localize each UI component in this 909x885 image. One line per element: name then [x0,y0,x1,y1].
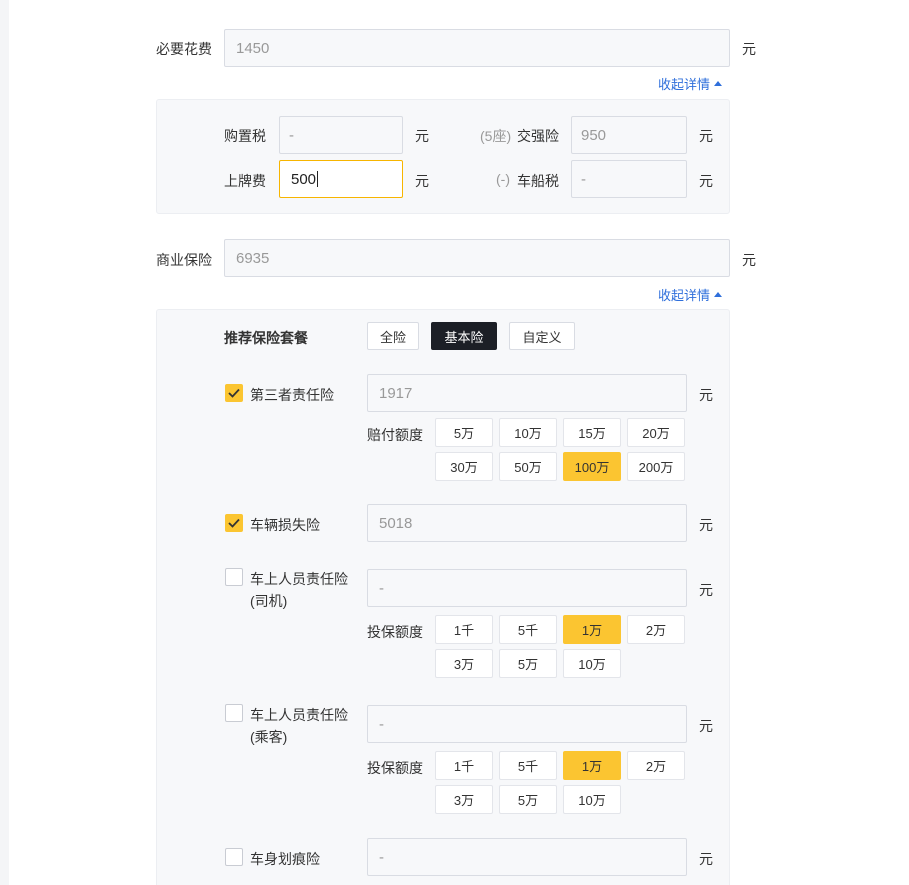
vehicle-tax-unit: 元 [699,173,713,189]
required-cost-label: 必要花费 [156,41,212,57]
license-fee-input[interactable]: 500 [279,160,403,198]
compulsory-label: 交强险 [517,128,559,144]
passenger-option-selected[interactable]: 1万 [563,751,621,780]
passenger-option[interactable]: 1千 [435,751,493,780]
vehicle-loss-checkbox[interactable] [225,514,243,532]
scratch-checkbox[interactable] [225,848,243,866]
third-party-option[interactable]: 15万 [563,418,621,447]
driver-liability-unit: 元 [699,582,713,598]
purchase-tax-field[interactable]: - [279,116,403,154]
left-gutter [0,0,9,885]
driver-option[interactable]: 10万 [563,649,621,678]
commercial-insurance-label: 商业保险 [156,252,212,268]
driver-option-selected[interactable]: 1万 [563,615,621,644]
license-fee-unit: 元 [415,173,429,189]
third-party-option[interactable]: 10万 [499,418,557,447]
third-party-field[interactable]: 1917 [367,374,687,412]
passenger-liability-sublabel: (乘客) [250,729,288,745]
passenger-option[interactable]: 5万 [499,785,557,814]
passenger-option[interactable]: 3万 [435,785,493,814]
collapse-link-label: 收起详情 [658,288,711,303]
driver-amount-label: 投保额度 [367,624,423,640]
triangle-up-icon [714,292,723,297]
package-custom-button[interactable]: 自定义 [509,322,575,350]
passenger-option[interactable]: 5千 [499,751,557,780]
driver-liability-field[interactable]: - [367,569,687,607]
scratch-field[interactable]: - [367,838,687,876]
driver-option[interactable]: 5万 [499,649,557,678]
package-basic-button[interactable]: 基本险 [431,322,497,350]
compulsory-seats: (5座) [480,128,512,144]
triangle-up-icon [714,81,723,86]
check-icon [228,518,240,528]
passenger-liability-checkbox[interactable] [225,704,243,722]
driver-option[interactable]: 5千 [499,615,557,644]
purchase-tax-label: 购置税 [224,128,266,144]
required-cost-field[interactable]: 1450 [224,29,730,67]
package-label: 推荐保险套餐 [224,330,308,346]
third-party-option[interactable]: 20万 [627,418,685,447]
driver-option[interactable]: 1千 [435,615,493,644]
third-party-option-selected[interactable]: 100万 [563,452,621,481]
third-party-unit: 元 [699,387,713,403]
vehicle-tax-prefix: (-) [496,171,510,187]
license-fee-label: 上牌费 [224,173,266,189]
third-party-checkbox[interactable] [225,384,243,402]
driver-liability-sublabel: (司机) [250,593,288,609]
third-party-option[interactable]: 200万 [627,452,685,481]
text-caret [317,171,319,187]
third-party-amount-label: 赔付额度 [367,427,423,443]
passenger-liability-field[interactable]: - [367,705,687,743]
third-party-option[interactable]: 50万 [499,452,557,481]
third-party-label: 第三者责任险 [250,387,334,403]
license-fee-value: 500 [291,170,317,188]
third-party-option[interactable]: 30万 [435,452,493,481]
check-icon [228,388,240,398]
third-party-option[interactable]: 5万 [435,418,493,447]
commercial-insurance-field[interactable]: 6935 [224,239,730,277]
purchase-tax-unit: 元 [415,128,429,144]
package-full-button[interactable]: 全险 [367,322,419,350]
driver-option[interactable]: 2万 [627,615,685,644]
compulsory-field[interactable]: 950 [571,116,687,154]
vehicle-tax-field[interactable]: - [571,160,687,198]
required-cost-unit: 元 [742,41,756,57]
passenger-option[interactable]: 2万 [627,751,685,780]
driver-liability-checkbox[interactable] [225,568,243,586]
driver-option[interactable]: 3万 [435,649,493,678]
vehicle-loss-label: 车辆损失险 [250,517,320,533]
driver-liability-label: 车上人员责任险 [250,571,348,587]
vehicle-loss-field[interactable]: 5018 [367,504,687,542]
passenger-liability-unit: 元 [699,718,713,734]
collapse-link-label: 收起详情 [658,77,711,92]
collapse-details-link-1[interactable]: 收起详情 [658,74,723,93]
scratch-label: 车身划痕险 [250,851,320,867]
collapse-details-link-2[interactable]: 收起详情 [658,285,723,304]
scratch-unit: 元 [699,851,713,867]
passenger-liability-label: 车上人员责任险 [250,707,348,723]
commercial-insurance-unit: 元 [742,252,756,268]
vehicle-tax-label: 车船税 [517,173,559,189]
passenger-option[interactable]: 10万 [563,785,621,814]
passenger-amount-label: 投保额度 [367,760,423,776]
vehicle-loss-unit: 元 [699,517,713,533]
compulsory-unit: 元 [699,128,713,144]
